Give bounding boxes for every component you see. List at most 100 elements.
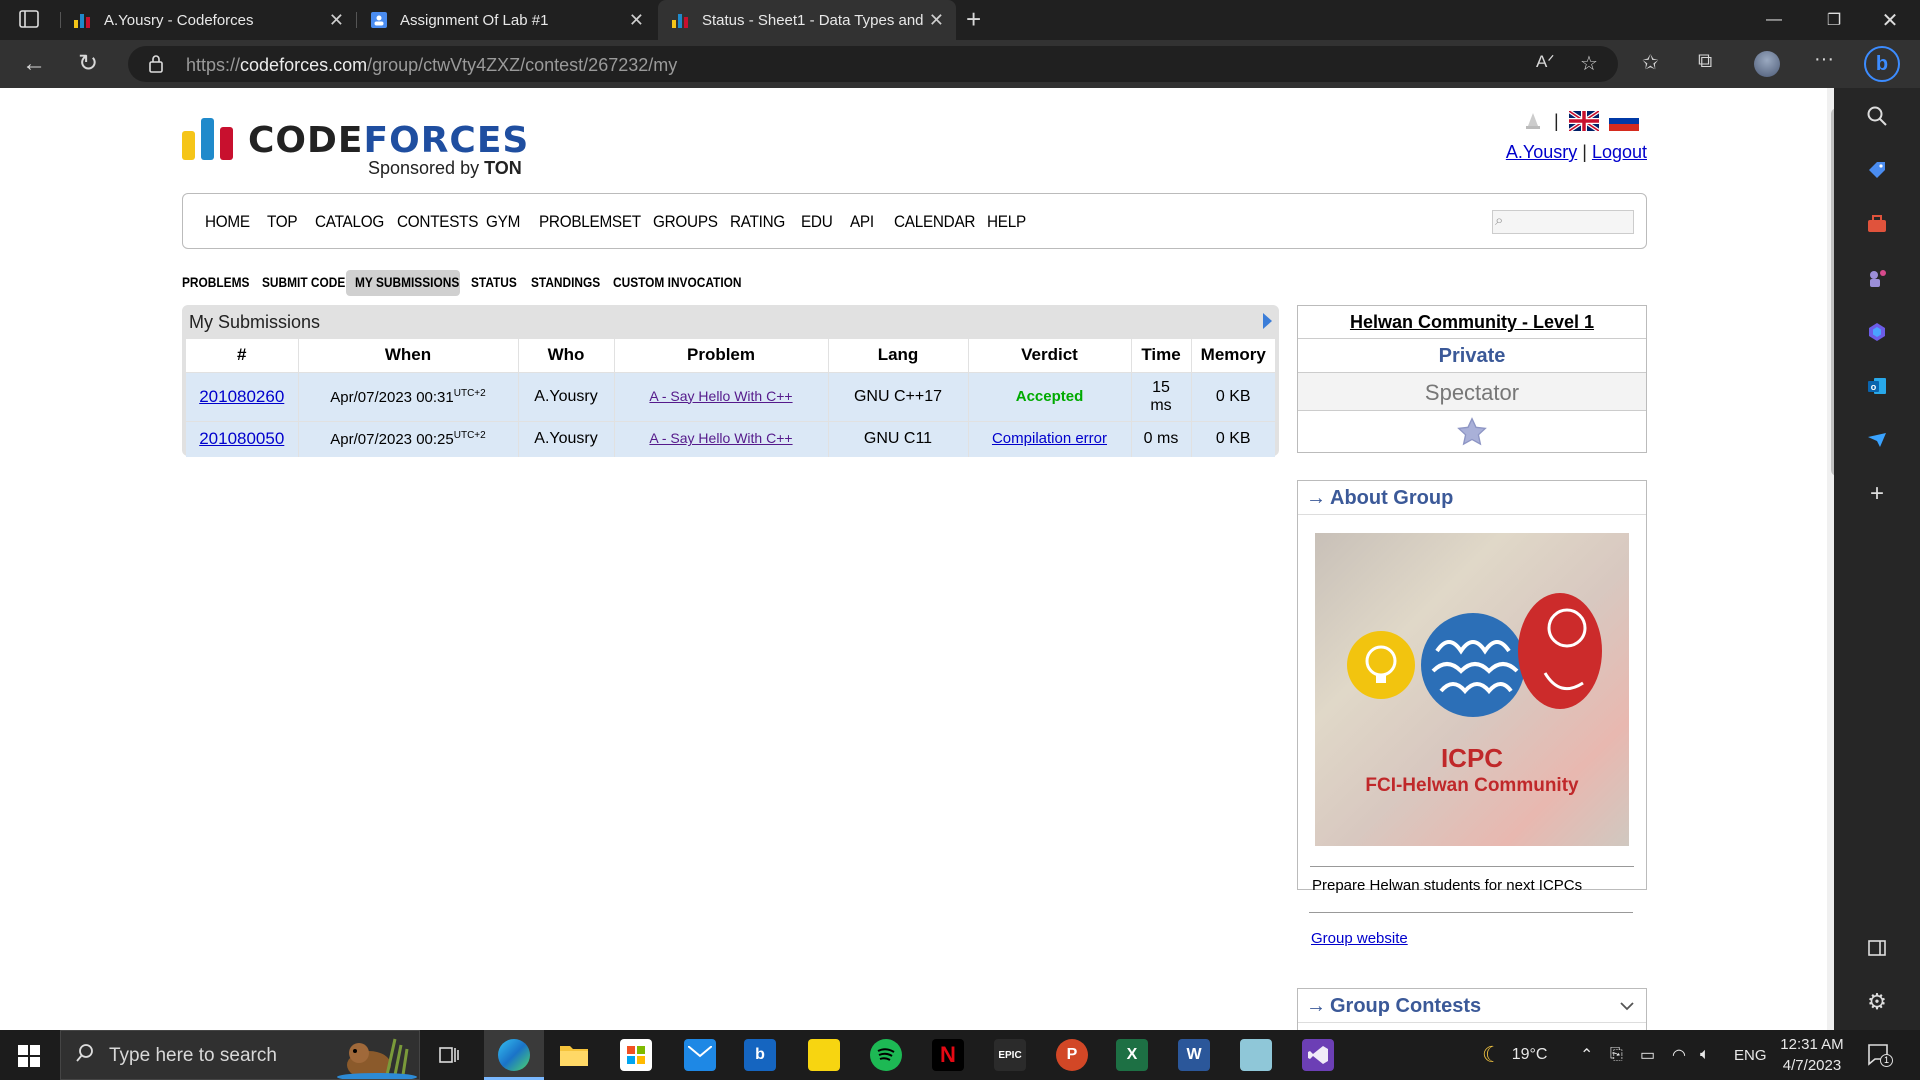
refresh-icon[interactable]: ↻ <box>78 49 98 78</box>
submission-id-link[interactable]: 201080050 <box>199 429 284 448</box>
file-explorer-icon[interactable] <box>558 1039 590 1071</box>
favorite-star-icon[interactable] <box>1298 411 1646 453</box>
table-row: 201080050 Apr/07/2023 00:25UTC+2 A.Yousr… <box>186 420 1275 457</box>
sidebar-toggle-icon[interactable] <box>1861 932 1893 964</box>
powerpoint-icon[interactable]: P <box>1056 1039 1088 1071</box>
menu-contests[interactable]: CONTESTS <box>397 212 478 232</box>
submission-who[interactable]: A.Yousry <box>518 371 615 421</box>
group-website-link[interactable]: Group website <box>1311 930 1408 947</box>
spotify-icon[interactable] <box>870 1039 902 1071</box>
search-input[interactable]: ⌕ <box>1492 210 1634 234</box>
address-bar[interactable]: https://codeforces.com/group/ctwVty4ZXZ/… <box>128 46 1618 82</box>
group-contests-title[interactable]: → Group Contests <box>1298 989 1646 1023</box>
logout-link[interactable]: Logout <box>1592 142 1647 162</box>
input-language[interactable]: ENG <box>1734 1030 1767 1080</box>
close-tab-icon[interactable]: ✕ <box>629 10 644 31</box>
netflix-icon[interactable]: N <box>932 1039 964 1071</box>
expand-arrow-icon[interactable] <box>1263 313 1272 329</box>
sketch-app-icon[interactable] <box>1240 1039 1272 1071</box>
collections-icon[interactable]: ⧉ <box>1698 50 1712 73</box>
menu-catalog[interactable]: CATALOG <box>315 212 384 232</box>
verdict-compilation-error[interactable]: Compilation error <box>992 430 1107 447</box>
tab-assignment[interactable]: Assignment Of Lab #1 ✕ <box>356 0 656 40</box>
favorites-icon[interactable]: ✩ <box>1642 50 1659 75</box>
search-icon[interactable] <box>1861 100 1893 132</box>
copilot-icon[interactable] <box>1861 316 1893 348</box>
restore-icon[interactable]: ❐ <box>1806 0 1862 40</box>
store-icon[interactable] <box>620 1039 652 1071</box>
russian-flag-icon[interactable] <box>1608 111 1639 131</box>
minimize-icon[interactable]: — <box>1746 0 1802 40</box>
contest-name[interactable]: Helwan Community - Level 1 <box>1298 306 1646 339</box>
edge-sidebar: o + ⚙ <box>1834 88 1920 1030</box>
games-icon[interactable] <box>1861 262 1893 294</box>
problem-link[interactable]: A - Say Hello With C++ <box>649 388 792 404</box>
weather-widget[interactable]: ☾ 19°C <box>1482 1030 1547 1080</box>
add-favorite-icon[interactable]: ☆ <box>1580 51 1598 76</box>
menu-rating[interactable]: RATING <box>730 212 785 232</box>
battery-icon[interactable]: ▭ <box>1640 1030 1655 1080</box>
notification-center-icon[interactable]: 1 <box>1866 1042 1893 1068</box>
notification-bell-icon[interactable] <box>1522 110 1544 132</box>
bing-wallpaper-icon[interactable]: b <box>744 1039 776 1071</box>
mail-icon[interactable] <box>684 1039 716 1071</box>
language-selector: | <box>1522 110 1639 132</box>
volume-icon[interactable]: 🔈︎ <box>1700 1030 1710 1080</box>
new-tab-button[interactable]: + <box>966 4 981 35</box>
read-aloud-icon[interactable]: Aᐟ <box>1536 52 1555 72</box>
shopping-tag-icon[interactable] <box>1861 154 1893 186</box>
lock-icon[interactable] <box>148 54 164 79</box>
tab-status[interactable]: STATUS <box>471 274 517 290</box>
back-icon[interactable]: ← <box>22 50 46 78</box>
task-view-icon[interactable] <box>438 1044 460 1071</box>
chevron-down-icon[interactable] <box>1618 997 1636 1021</box>
submission-who[interactable]: A.Yousry <box>518 420 615 457</box>
close-window-icon[interactable]: ✕ <box>1862 0 1918 40</box>
submission-id-link[interactable]: 201080260 <box>199 387 284 406</box>
word-icon[interactable]: W <box>1178 1039 1210 1071</box>
clock[interactable]: 12:31 AM 4/7/2023 <box>1778 1034 1846 1076</box>
submission-when: Apr/07/2023 00:31UTC+2 <box>298 371 519 421</box>
menu-problemset[interactable]: PROBLEMSET <box>539 212 641 232</box>
close-tab-icon[interactable]: ✕ <box>929 10 944 31</box>
menu-gym[interactable]: GYM <box>486 212 520 232</box>
tab-custom-invocation[interactable]: CUSTOM INVOCATION <box>613 274 741 290</box>
tools-icon[interactable] <box>1861 208 1893 240</box>
edge-app-icon[interactable] <box>498 1039 530 1071</box>
show-hidden-icons[interactable]: ⌃ <box>1580 1030 1593 1080</box>
tab-my-submissions[interactable]: MY SUBMISSIONS <box>355 274 459 290</box>
tab-actions-icon[interactable] <box>18 8 40 36</box>
wifi-icon[interactable]: ◠ <box>1672 1030 1686 1080</box>
menu-home[interactable]: HOME <box>205 212 250 232</box>
problem-link[interactable]: A - Say Hello With C++ <box>649 430 792 446</box>
menu-api[interactable]: API <box>850 212 874 232</box>
tab-status-active[interactable]: Status - Sheet1 - Data Types and ✕ <box>658 0 956 40</box>
outlook-icon[interactable]: o <box>1861 370 1893 402</box>
tab-problems[interactable]: PROBLEMS <box>182 274 249 290</box>
more-options-icon[interactable]: ··· <box>1814 48 1834 71</box>
profile-link[interactable]: A.Yousry <box>1506 142 1577 162</box>
settings-gear-icon[interactable]: ⚙ <box>1861 986 1893 1018</box>
send-icon[interactable] <box>1861 424 1893 456</box>
epic-games-icon[interactable]: EPIC <box>994 1039 1026 1071</box>
start-button[interactable] <box>18 1045 40 1072</box>
menu-top[interactable]: TOP <box>267 212 298 232</box>
tab-standings[interactable]: STANDINGS <box>531 274 600 290</box>
menu-help[interactable]: HELP <box>987 212 1026 232</box>
taskbar-search-input[interactable]: Type here to search <box>60 1030 420 1080</box>
excel-icon[interactable]: X <box>1116 1039 1148 1071</box>
close-tab-icon[interactable]: ✕ <box>329 10 344 31</box>
submission-time: 15 ms <box>1131 371 1192 421</box>
menu-edu[interactable]: EDU <box>801 212 833 232</box>
tab-submit-code[interactable]: SUBMIT CODE <box>262 274 345 290</box>
menu-calendar[interactable]: CALENDAR <box>894 212 975 232</box>
sticky-notes-icon[interactable] <box>808 1039 840 1071</box>
profile-avatar[interactable] <box>1754 51 1780 77</box>
meet-now-icon[interactable]: ⎘ <box>1610 1030 1623 1080</box>
tab-codeforces-profile[interactable]: A.Yousry - Codeforces ✕ <box>60 0 356 40</box>
visual-studio-icon[interactable] <box>1302 1039 1334 1071</box>
english-flag-icon[interactable] <box>1568 111 1599 131</box>
add-icon[interactable]: + <box>1861 478 1893 510</box>
bing-chat-icon[interactable]: b <box>1864 46 1900 82</box>
menu-groups[interactable]: GROUPS <box>653 212 718 232</box>
